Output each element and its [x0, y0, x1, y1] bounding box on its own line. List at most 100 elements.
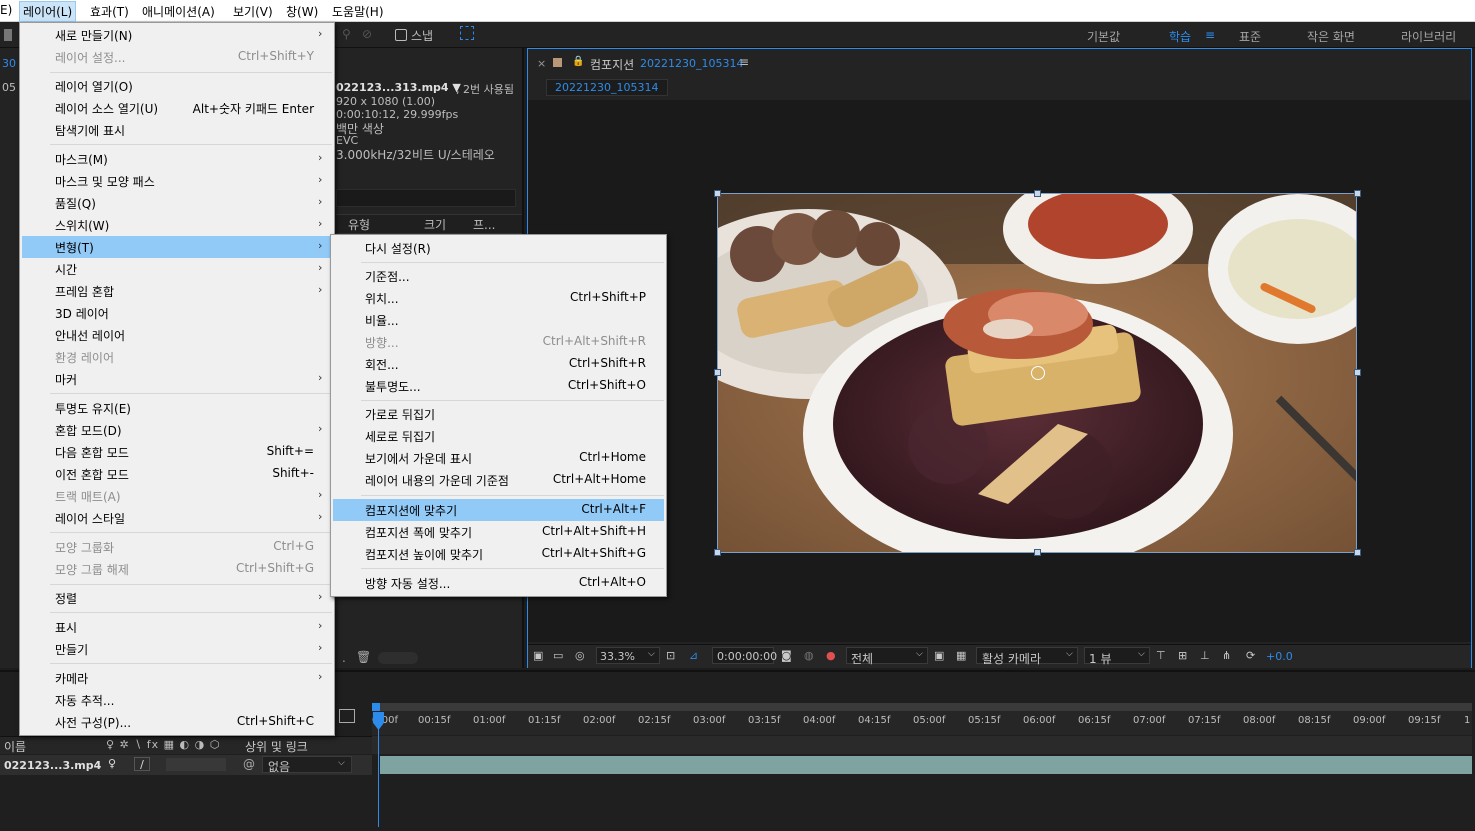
menu-item-flip-vertical[interactable]: 세로로 뒤집기: [333, 425, 664, 447]
menu-item-position[interactable]: 위치... Ctrl+Shift+P: [333, 287, 664, 309]
exposure-value[interactable]: +0.0: [1266, 650, 1293, 663]
menu-item-track-matte[interactable]: 트랙 매트(A) ›: [22, 485, 332, 507]
snap-checkbox[interactable]: [395, 29, 407, 41]
close-tab-icon[interactable]: ×: [537, 57, 546, 70]
region-of-interest-icon[interactable]: ▣: [934, 649, 944, 662]
menu-view[interactable]: 보기(V): [233, 3, 273, 20]
project-search-input[interactable]: [336, 189, 516, 207]
menu-item-fit-to-comp-width[interactable]: 컴포지션 폭에 맞추기 Ctrl+Alt+Shift+H: [333, 521, 664, 543]
menu-layer[interactable]: 레이어(L): [19, 1, 77, 22]
puppet-tool-icon[interactable]: ⊘: [362, 27, 372, 41]
menu-item-mask-shape-path[interactable]: 마스크 및 모양 패스 ›: [22, 170, 332, 192]
tool-icon[interactable]: [4, 29, 12, 41]
menu-item-center-anchor[interactable]: 레이어 내용의 가운데 기준점 Ctrl+Alt+Home: [333, 469, 664, 491]
bounding-handle-br[interactable]: [1354, 549, 1361, 556]
transparency-grid-icon[interactable]: ⊿: [689, 649, 698, 662]
menu-edit-cut[interactable]: E): [0, 3, 12, 17]
workspace-libraries[interactable]: 라이브러리: [1401, 28, 1456, 45]
bounding-handle-tl[interactable]: [714, 190, 721, 197]
menu-item-arrange[interactable]: 정렬 ›: [22, 587, 332, 609]
work-area-start-handle[interactable]: [372, 703, 380, 711]
menu-item-reveal[interactable]: 표시 ›: [22, 616, 332, 638]
workspace-standard[interactable]: 표준: [1239, 28, 1261, 45]
comp-flowchart-icon[interactable]: [339, 709, 355, 723]
column-parent[interactable]: 상위 및 링크: [245, 738, 308, 755]
menu-item-rotation[interactable]: 회전... Ctrl+Shift+R: [333, 353, 664, 375]
workspace-small-screen[interactable]: 작은 화면: [1307, 28, 1355, 45]
menu-item-open-layer[interactable]: 레이어 열기(O): [22, 75, 332, 97]
always-preview-icon[interactable]: ▣: [533, 649, 543, 662]
bounding-handle-tr[interactable]: [1354, 190, 1361, 197]
menu-item-preserve-transparency[interactable]: 투명도 유지(E): [22, 397, 332, 419]
menu-item-blending-mode[interactable]: 혼합 모드(D) ›: [22, 419, 332, 441]
menu-item-switches[interactable]: 스위치(W) ›: [22, 214, 332, 236]
color-channels-icon[interactable]: ●: [826, 649, 836, 662]
fit-frame-icon[interactable]: ⊡: [666, 649, 675, 662]
show-snapshot-icon[interactable]: ◍: [804, 649, 814, 662]
menu-item-fit-to-comp[interactable]: 컴포지션에 맞추기 Ctrl+Alt+F: [333, 499, 664, 521]
menu-item-anchor-point[interactable]: 기준점...: [333, 265, 664, 287]
composition-tab-name[interactable]: 20221230_105314: [640, 57, 743, 70]
bounding-handle-ml[interactable]: [714, 369, 721, 376]
column-size[interactable]: 크기: [424, 216, 446, 233]
menu-item-reveal-in-explorer[interactable]: 탐색기에 표시: [22, 119, 332, 141]
menu-item-markers[interactable]: 마커 ›: [22, 368, 332, 390]
layer-switches[interactable]: [166, 758, 226, 771]
menu-item-center-in-view[interactable]: 보기에서 가운데 표시 Ctrl+Home: [333, 447, 664, 469]
menu-item-scale[interactable]: 비율...: [333, 309, 664, 331]
video-frame[interactable]: [717, 193, 1357, 553]
menu-help[interactable]: 도움말(H): [332, 3, 384, 20]
bounding-handle-mr[interactable]: [1354, 369, 1361, 376]
menu-animation[interactable]: 애니메이션(A): [142, 3, 215, 20]
timeline-toggle-icon[interactable]: ⊥: [1200, 649, 1210, 662]
column-name[interactable]: 이름: [4, 738, 26, 755]
trash-icon[interactable]: 🗑: [356, 650, 371, 664]
menu-window[interactable]: 창(W): [286, 3, 318, 20]
menu-item-layer-settings[interactable]: 레이어 설정... Ctrl+Shift+Y: [22, 46, 332, 68]
menu-item-environment-layer[interactable]: 환경 레이어: [22, 346, 332, 368]
monitor-icon[interactable]: ▭: [553, 649, 563, 662]
menu-item-group-shapes[interactable]: 모양 그룹화 Ctrl+G: [22, 536, 332, 558]
menu-item-layer-styles[interactable]: 레이어 스타일 ›: [22, 507, 332, 529]
bounding-handle-tc[interactable]: [1034, 190, 1041, 197]
layer-name[interactable]: 022123...3.mp4: [4, 759, 101, 772]
layer-duration-bar[interactable]: [380, 756, 1472, 774]
menu-item-reset[interactable]: 다시 설정(R): [333, 237, 664, 259]
pin-tool-icon[interactable]: ⚲: [342, 27, 351, 41]
menu-effect[interactable]: 효과(T): [90, 3, 129, 20]
pickwhip-icon[interactable]: @: [243, 757, 255, 771]
quality-switch-icon[interactable]: ∕: [134, 757, 150, 771]
anchor-point-icon[interactable]: [1031, 366, 1045, 380]
project-thumbnail-slider[interactable]: [378, 652, 418, 664]
menu-item-ungroup-shapes[interactable]: 모양 그룹 해제 Ctrl+Shift+G: [22, 558, 332, 580]
menu-item-new[interactable]: 새로 만들기(N) ›: [22, 24, 332, 46]
flowchart-icon[interactable]: ⋔: [1222, 649, 1231, 662]
work-area-bar[interactable]: [372, 703, 1472, 711]
vr-icon[interactable]: ◎: [575, 649, 585, 662]
panel-menu-icon[interactable]: ≡: [739, 55, 749, 69]
project-file-name[interactable]: 022123...313.mp4 ▼: [336, 81, 461, 94]
menu-item-create[interactable]: 만들기 ›: [22, 638, 332, 660]
menu-item-next-blending-mode[interactable]: 다음 혼합 모드 Shift+=: [22, 441, 332, 463]
camera-snapshot-icon[interactable]: ◙: [781, 649, 792, 662]
transparency-icon[interactable]: ▦: [956, 649, 966, 662]
menu-item-auto-orient[interactable]: 방향 자동 설정... Ctrl+Alt+O: [333, 572, 664, 594]
menu-item-open-layer-source[interactable]: 레이어 소스 열기(U) Alt+숫자 키패드 Enter: [22, 97, 332, 119]
workspace-default[interactable]: 기본값: [1087, 28, 1120, 45]
composition-tab-label[interactable]: 컴포지션: [590, 56, 634, 73]
column-framerate[interactable]: 프...: [473, 216, 495, 233]
shy-switch-icon[interactable]: ♀: [108, 757, 116, 770]
column-type[interactable]: 유형: [348, 216, 370, 233]
menu-item-orientation[interactable]: 방향... Ctrl+Alt+Shift+R: [333, 331, 664, 353]
menu-item-3d-layer[interactable]: 3D 레이어: [22, 302, 332, 324]
fast-preview-icon[interactable]: ⊞: [1178, 649, 1187, 662]
snap-options-icon[interactable]: [460, 26, 474, 40]
menu-item-frame-blending[interactable]: 프레임 혼합 ›: [22, 280, 332, 302]
menu-item-time[interactable]: 시간 ›: [22, 258, 332, 280]
menu-item-mask[interactable]: 마스크(M) ›: [22, 148, 332, 170]
menu-item-auto-trace[interactable]: 자동 추적...: [22, 689, 332, 711]
menu-item-opacity[interactable]: 불투명도... Ctrl+Shift+O: [333, 375, 664, 397]
bounding-handle-bl[interactable]: [714, 549, 721, 556]
reset-exposure-icon[interactable]: ⟳: [1246, 649, 1255, 662]
menu-item-flip-horizontal[interactable]: 가로로 뒤집기: [333, 403, 664, 425]
